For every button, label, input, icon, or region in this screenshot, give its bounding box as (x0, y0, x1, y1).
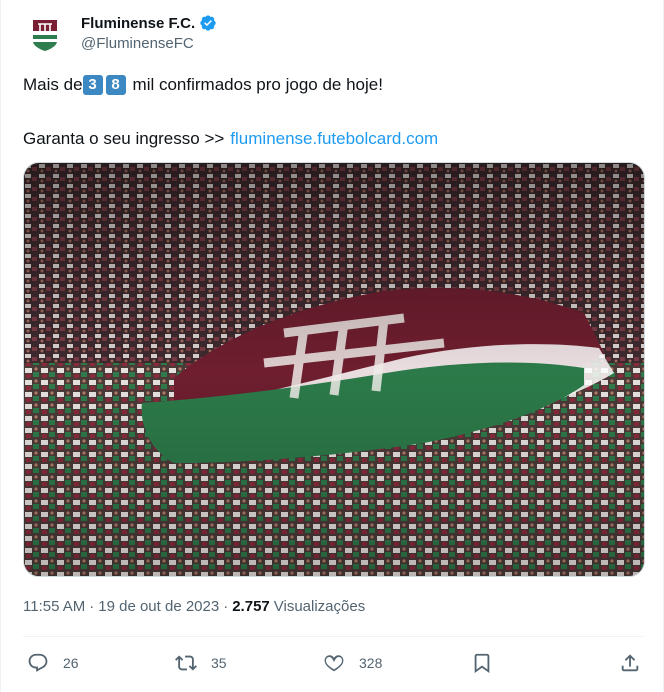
reply-button[interactable]: 26 (27, 650, 79, 676)
tweet-text-before: Mais de (23, 75, 83, 94)
action-bar: 26 35 328 (23, 650, 643, 676)
keycap-digit-8-icon: 8 (105, 75, 126, 95)
meta-separator: · (89, 598, 95, 615)
tweet-meta: 11:55 AM · 19 de out de 2023 · 2.757 Vis… (23, 598, 365, 615)
tweet-text: Mais de 3 8 mil confirmados pro jogo de … (23, 72, 643, 152)
retweet-button[interactable]: 35 (175, 650, 227, 676)
reply-icon (28, 653, 48, 672)
stadium-crowd-flag-image (24, 163, 644, 576)
tweet-text-after: mil confirmados pro jogo de hoje! (132, 75, 383, 94)
share-icon (621, 654, 639, 672)
bookmark-button[interactable] (471, 650, 493, 676)
keycap-digit-3-icon: 3 (82, 75, 103, 95)
verified-badge-icon (199, 14, 217, 32)
views-label: Visualizações (273, 598, 366, 615)
retweet-icon (175, 655, 197, 671)
author-handle[interactable]: @FluminenseFC (81, 35, 194, 52)
like-button[interactable]: 328 (323, 650, 382, 676)
tweet-time[interactable]: 11:55 AM (23, 598, 85, 615)
reply-count: 26 (63, 655, 79, 671)
share-button[interactable] (619, 650, 641, 676)
tweet-media-image[interactable] (23, 162, 645, 577)
tweet-date[interactable]: 19 de out de 2023 (98, 598, 219, 615)
tweet-cta-text: Garanta o seu ingresso >> (23, 129, 225, 148)
tweet-line-2: Garanta o seu ingresso >> fluminense.fut… (23, 126, 643, 152)
bookmark-icon (474, 653, 490, 674)
divider (23, 636, 643, 637)
like-count: 328 (359, 655, 383, 671)
views-count: 2.757 (232, 598, 270, 615)
author-display-name[interactable]: Fluminense F.C. (81, 15, 195, 32)
tweet-line-1: Mais de 3 8 mil confirmados pro jogo de … (23, 72, 643, 98)
meta-separator: · (223, 598, 229, 615)
fluminense-crest-icon (23, 12, 67, 56)
avatar[interactable] (23, 12, 67, 56)
ticket-link[interactable]: fluminense.futebolcard.com (230, 127, 438, 151)
tweet-card: Fluminense F.C. @FluminenseFC Mais de 3 … (0, 0, 664, 692)
author-name-row: Fluminense F.C. (81, 12, 217, 34)
heart-icon (324, 655, 344, 672)
retweet-count: 35 (211, 655, 227, 671)
